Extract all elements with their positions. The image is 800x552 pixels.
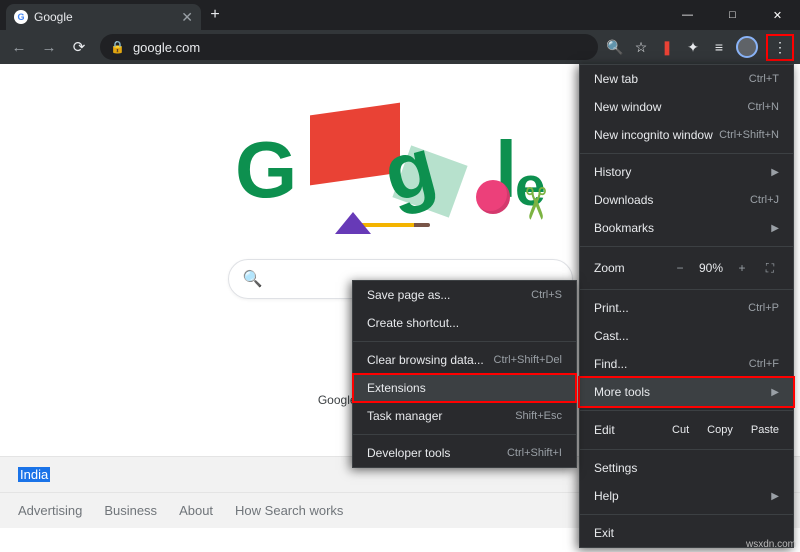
chevron-right-icon: ▶	[771, 491, 779, 502]
more-tools-submenu: Save page as...Ctrl+S Create shortcut...…	[352, 280, 577, 468]
url-text: google.com	[133, 40, 200, 55]
title-bar: G Google ✕ + — □ ✕	[0, 0, 800, 30]
watermark: wsxdn.com	[746, 539, 796, 550]
menu-settings[interactable]: Settings	[580, 454, 793, 482]
chrome-main-menu: New tabCtrl+T New windowCtrl+N New incog…	[579, 64, 794, 548]
paste-button[interactable]: Paste	[751, 424, 779, 436]
close-tab-icon[interactable]: ✕	[181, 9, 193, 26]
fullscreen-icon[interactable]: ⛶	[761, 261, 779, 276]
address-bar: ← → ⟳ 🔒 google.com 🔍 ☆ ❚ ✦ ≡ ⋮	[0, 30, 800, 64]
menu-incognito[interactable]: New incognito windowCtrl+Shift+N	[580, 121, 793, 149]
menu-help[interactable]: Help▶	[580, 482, 793, 510]
zoom-value: 90%	[699, 261, 723, 275]
profile-avatar[interactable]	[736, 36, 758, 58]
menu-more-tools[interactable]: More tools▶	[580, 378, 793, 406]
toolbar-right: 🔍 ☆ ❚ ✦ ≡ ⋮	[606, 34, 794, 61]
edit-label: Edit	[594, 423, 615, 437]
back-button[interactable]: ←	[6, 34, 32, 60]
zoom-label: Zoom	[594, 261, 625, 275]
tab-title: Google	[34, 10, 73, 24]
search-magnifier-icon: 🔍	[243, 269, 263, 289]
media-control-icon[interactable]: ≡	[710, 39, 728, 55]
menu-cast[interactable]: Cast...	[580, 322, 793, 350]
submenu-clear-data[interactable]: Clear browsing data...Ctrl+Shift+Del	[353, 346, 576, 374]
google-favicon-icon: G	[14, 10, 28, 24]
menu-history[interactable]: History▶	[580, 158, 793, 186]
chevron-right-icon: ▶	[771, 167, 779, 178]
search-icon[interactable]: 🔍	[606, 39, 624, 56]
extension-icon-1[interactable]: ❚	[658, 39, 676, 56]
zoom-out-button[interactable]: −	[671, 261, 689, 275]
chrome-menu-button[interactable]: ⋮	[766, 34, 794, 61]
submenu-extensions[interactable]: Extensions	[353, 374, 576, 402]
menu-edit-row: Edit Cut Copy Paste	[580, 415, 793, 445]
doodle-scissors-icon: ✂	[509, 185, 560, 222]
submenu-task-manager[interactable]: Task managerShift+Esc	[353, 402, 576, 430]
footer-country: India	[18, 467, 50, 482]
forward-button: →	[36, 34, 62, 60]
doodle-pompom-icon	[476, 180, 510, 214]
footer-advertising[interactable]: Advertising	[18, 503, 82, 518]
footer-how-search[interactable]: How Search works	[235, 503, 343, 518]
copy-button[interactable]: Copy	[707, 424, 733, 436]
menu-find[interactable]: Find...Ctrl+F	[580, 350, 793, 378]
omnibox[interactable]: 🔒 google.com	[100, 34, 598, 60]
lock-icon: 🔒	[110, 40, 125, 54]
close-window-button[interactable]: ✕	[755, 0, 800, 30]
bookmark-star-icon[interactable]: ☆	[632, 39, 650, 56]
google-doodle[interactable]: G g l e ✂	[235, 99, 565, 239]
doodle-triangle-icon	[335, 212, 371, 234]
chevron-right-icon: ▶	[771, 223, 779, 234]
submenu-create-shortcut[interactable]: Create shortcut...	[353, 309, 576, 337]
minimize-button[interactable]: —	[665, 0, 710, 30]
zoom-in-button[interactable]: +	[733, 261, 751, 275]
reload-button[interactable]: ⟳	[66, 34, 92, 60]
submenu-devtools[interactable]: Developer toolsCtrl+Shift+I	[353, 439, 576, 467]
window-controls: — □ ✕	[665, 0, 800, 30]
menu-print[interactable]: Print...Ctrl+P	[580, 294, 793, 322]
new-tab-button[interactable]: +	[201, 0, 229, 30]
menu-bookmarks[interactable]: Bookmarks▶	[580, 214, 793, 242]
maximize-button[interactable]: □	[710, 0, 755, 30]
cut-button[interactable]: Cut	[672, 424, 689, 436]
footer-about[interactable]: About	[179, 503, 213, 518]
footer-business[interactable]: Business	[104, 503, 157, 518]
browser-tab[interactable]: G Google ✕	[6, 4, 201, 30]
menu-new-tab[interactable]: New tabCtrl+T	[580, 65, 793, 93]
menu-downloads[interactable]: DownloadsCtrl+J	[580, 186, 793, 214]
submenu-save-page[interactable]: Save page as...Ctrl+S	[353, 281, 576, 309]
chevron-right-icon: ▶	[771, 387, 779, 398]
extensions-puzzle-icon[interactable]: ✦	[684, 39, 702, 56]
menu-new-window[interactable]: New windowCtrl+N	[580, 93, 793, 121]
menu-zoom-row: Zoom − 90% + ⛶	[580, 251, 793, 285]
